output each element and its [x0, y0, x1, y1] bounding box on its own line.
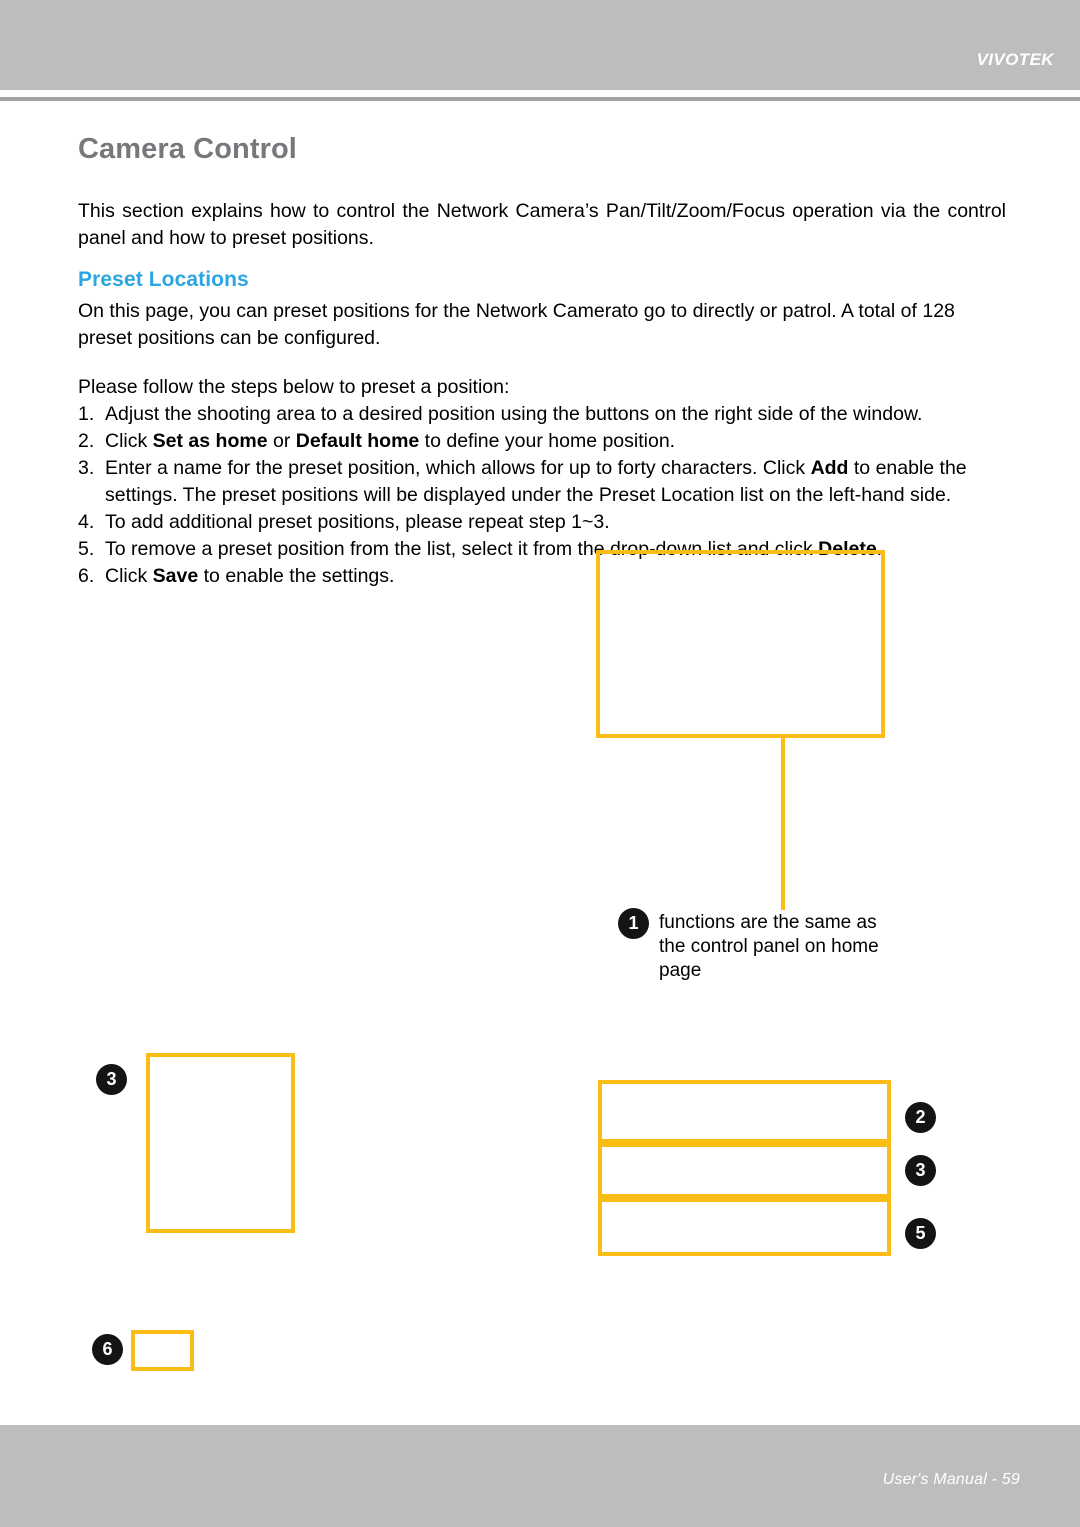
callout-marker-1: 1 [618, 908, 649, 939]
callout-note-1: functions are the same as the control pa… [659, 912, 879, 981]
callout-marker-2: 2 [905, 1102, 936, 1133]
callout-marker-3-left: 3 [96, 1064, 127, 1095]
callout-marker-3-right: 3 [905, 1155, 936, 1186]
callout-marker-6: 6 [92, 1334, 123, 1365]
callout-connector-line [781, 738, 785, 910]
screenshot-box-home-buttons [598, 1080, 891, 1143]
screenshot-box-save-button [131, 1330, 194, 1371]
screenshot-box-preset-name-add [598, 1143, 891, 1198]
callout-marker-5: 5 [905, 1218, 936, 1249]
screenshot-box-camera-control-panel [596, 550, 885, 738]
figure-diagram: 1 functions are the same as the control … [0, 0, 1080, 1527]
screenshot-box-delete-preset [598, 1198, 891, 1256]
screenshot-box-preset-location-list [146, 1053, 295, 1233]
footer-page-label: User's Manual - 59 [882, 1471, 1020, 1488]
